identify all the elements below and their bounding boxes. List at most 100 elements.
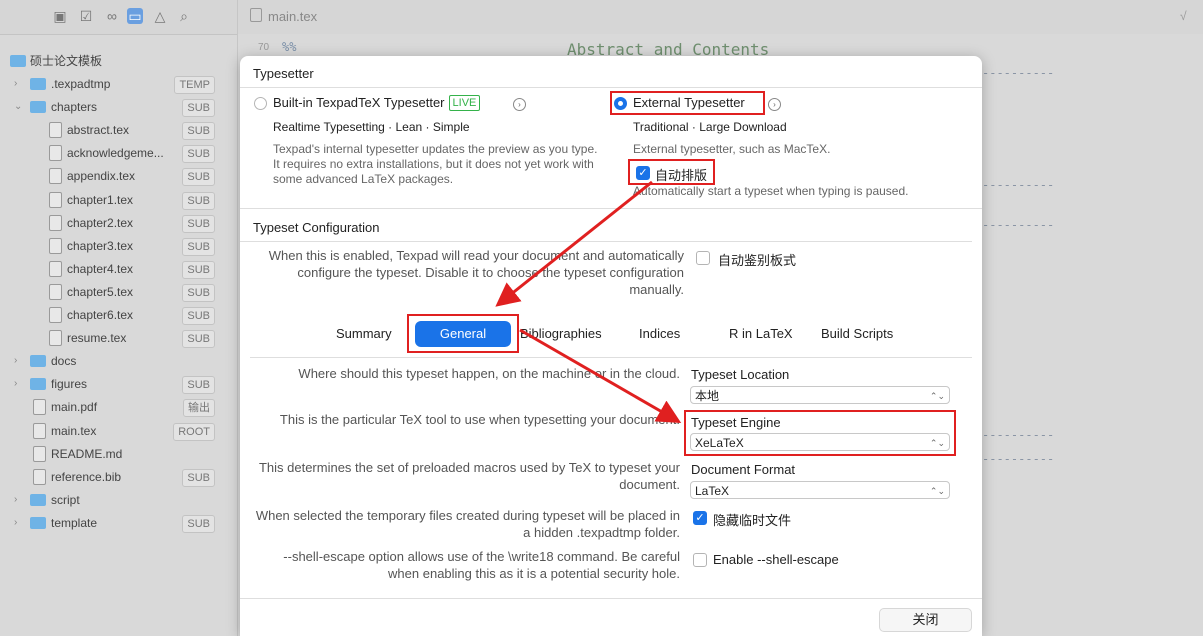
infinity-icon[interactable]: ∞ (104, 8, 120, 24)
tab-bibliographies[interactable]: Bibliographies (520, 326, 602, 341)
sidebar-item[interactable]: chapter6.tex SUB (0, 304, 230, 326)
sidebar-item[interactable]: › template SUB (0, 512, 230, 534)
sidebar-item[interactable]: chapter1.tex SUB (0, 189, 230, 211)
tab-summary[interactable]: Summary (336, 326, 392, 341)
sidebar-item-label: .texpadtmp (51, 77, 111, 91)
sidebar-item[interactable]: reference.bib SUB (0, 466, 230, 488)
sidebar-item-label: chapter2.tex (67, 215, 134, 230)
sidebar-item-label: main.tex (51, 423, 97, 438)
chevron-icon[interactable]: › (14, 512, 24, 534)
annotation-box (610, 91, 765, 115)
sidebar-item[interactable]: appendix.tex SUB (0, 165, 230, 187)
sidebar-item[interactable]: chapter2.tex SUB (0, 212, 230, 234)
status-badge: SUB (182, 376, 215, 395)
chevron-icon[interactable]: › (14, 350, 24, 372)
live-badge: LIVE (448, 95, 481, 111)
builtin-typesetter-option[interactable]: Built-in TexpadTeX Typesetter LIVE (273, 95, 481, 111)
line-number: 70 (258, 42, 270, 53)
builtin-typesetter-radio[interactable] (254, 97, 267, 110)
sidebar-item-label: docs (51, 354, 77, 369)
divider (240, 208, 982, 209)
annotation-box (407, 314, 519, 353)
sidebar-item[interactable]: chapter5.tex SUB (0, 281, 230, 303)
warning-icon[interactable]: △ (152, 8, 168, 24)
sidebar-item[interactable]: › .texpadtmp TEMP (0, 73, 230, 95)
builtin-subtitle: Realtime Typesetting · Lean · Simple (273, 120, 470, 134)
tab-r-in-latex[interactable]: R in LaTeX (729, 326, 793, 341)
sidebar-item-label: chapter4.tex (67, 261, 134, 276)
chevron-icon[interactable]: › (14, 489, 24, 511)
sidebar-item[interactable]: › script (0, 489, 230, 511)
checkbox-icon[interactable]: ☑ (78, 8, 94, 24)
status-badge: SUB (182, 214, 215, 233)
status-badge: SUB (182, 283, 215, 302)
folder-icon (30, 378, 46, 391)
search-icon[interactable]: ⌕ (176, 8, 192, 24)
document-icon (49, 260, 62, 277)
shell-escape-description: --shell-escape option allows use of the … (283, 549, 680, 581)
status-badge: SUB (182, 468, 215, 487)
hidden-tmp-checkbox[interactable]: ✓ (693, 511, 707, 525)
document-icon (49, 191, 62, 208)
sidebar-item-label: chapters (51, 100, 98, 115)
engine-description: This is the particular TeX tool to use w… (279, 412, 680, 427)
auto-detect-checkbox[interactable] (696, 251, 710, 265)
auto-detect-label[interactable]: 自动鉴别板式 (718, 250, 796, 269)
document-icon (33, 468, 46, 485)
sidebar-item[interactable]: › docs (0, 350, 230, 372)
chevron-icon[interactable]: ⌄ (14, 96, 24, 118)
document-icon (33, 445, 46, 462)
sidebar-item-label: README.md (51, 446, 123, 461)
sidebar-item[interactable]: resume.tex SUB (0, 327, 230, 349)
location-label: Typeset Location (691, 367, 790, 382)
sidebar-item-label: acknowledgeme... (67, 146, 164, 161)
annotation-box (684, 410, 956, 456)
sidebar-item[interactable]: ⌄ chapters SUB (0, 96, 230, 118)
document-icon (49, 283, 62, 300)
tab-build-scripts[interactable]: Build Scripts (821, 326, 893, 341)
external-subtitle: Traditional · Large Download (633, 120, 787, 134)
auto-typeset-description: Automatically start a typeset when typin… (633, 184, 909, 198)
format-select[interactable]: LaTeX ⌃⌄ (690, 481, 950, 499)
shell-escape-label[interactable]: Enable --shell-escape (713, 552, 839, 567)
hidden-tmp-label[interactable]: 隐藏临时文件 (713, 510, 791, 529)
typesetter-section-title: Typesetter (253, 66, 314, 81)
folder-icon[interactable]: ▭ (127, 8, 143, 24)
sidebar-item[interactable]: › figures SUB (0, 373, 230, 395)
info-icon[interactable]: › (513, 98, 526, 111)
sidebar-item-label: main.pdf (51, 400, 98, 415)
status-badge: SUB (182, 330, 215, 349)
status-badge: SUB (182, 145, 215, 164)
sidebar-item[interactable]: main.tex ROOT (0, 420, 230, 442)
sidebar-root-folder[interactable]: 硕士论文模板 (0, 50, 230, 72)
folder-icon (30, 355, 46, 368)
config-description: When this is enabled, Texpad will read y… (268, 248, 684, 297)
document-icon (49, 168, 62, 185)
sidebar-item[interactable]: acknowledgeme... SUB (0, 142, 230, 164)
status-badge: SUB (182, 168, 215, 187)
builtin-typesetter-label: Built-in TexpadTeX Typesetter (273, 95, 445, 110)
sidebar-item[interactable]: abstract.tex SUB (0, 119, 230, 141)
editor-tab[interactable]: main.tex (250, 8, 317, 24)
location-select[interactable]: 本地 ⌃⌄ (690, 386, 950, 404)
sqrt-icon[interactable]: √ (1180, 9, 1187, 23)
sidebar-item-label: template (51, 515, 98, 530)
editor-tab-label: main.tex (268, 9, 318, 24)
sidebar-item[interactable]: README.md (0, 443, 230, 465)
divider (240, 241, 972, 242)
close-button[interactable]: 关闭 (879, 608, 972, 632)
chevron-icon[interactable]: › (14, 73, 24, 95)
document-icon (33, 399, 46, 416)
sidebar-item[interactable]: chapter4.tex SUB (0, 258, 230, 280)
status-badge: TEMP (174, 76, 215, 94)
shell-escape-checkbox[interactable] (693, 553, 707, 567)
chevron-icon[interactable]: › (14, 373, 24, 395)
sidebar-item[interactable]: chapter3.tex SUB (0, 235, 230, 257)
divider (240, 87, 982, 88)
display-icon[interactable]: ▣ (52, 8, 68, 24)
info-icon[interactable]: › (768, 98, 781, 111)
sidebar-item[interactable]: main.pdf 输出 (0, 396, 230, 418)
external-description: External typesetter, such as MacTeX. (633, 142, 831, 156)
tab-indices[interactable]: Indices (639, 326, 680, 341)
sidebar-item-label: script (51, 492, 80, 507)
